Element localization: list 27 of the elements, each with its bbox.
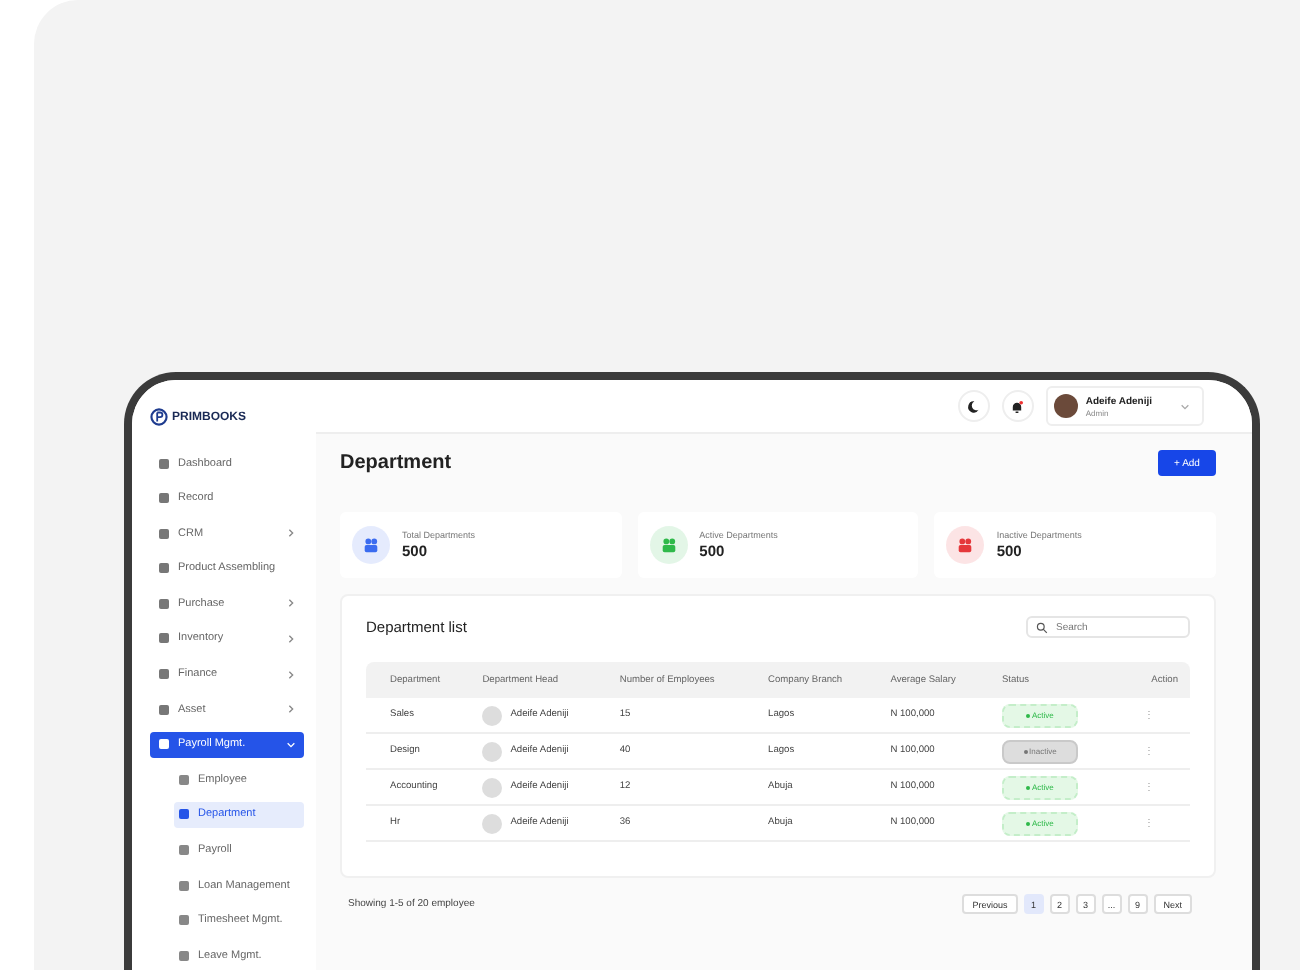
square-icon (178, 773, 190, 786)
page-title: Department (340, 452, 452, 474)
theme-toggle-button[interactable] (957, 390, 990, 422)
notification-button[interactable] (1001, 390, 1034, 422)
square-icon (178, 844, 190, 857)
avatar (482, 777, 503, 797)
square-icon (178, 949, 190, 962)
moon-icon (966, 399, 981, 413)
avatar (1053, 394, 1078, 418)
square-icon (158, 597, 170, 610)
square-icon (158, 668, 170, 681)
square-icon (158, 457, 170, 469)
square-icon (158, 703, 170, 716)
chevron-down-icon (1180, 401, 1190, 411)
bell-icon (1010, 399, 1025, 413)
square-icon (158, 527, 170, 540)
square-icon (178, 914, 190, 927)
square-icon (178, 808, 190, 821)
square-icon (158, 632, 170, 645)
square-icon (158, 492, 170, 505)
square-icon (158, 562, 170, 575)
avatar (482, 813, 503, 833)
logo-icon (150, 408, 168, 426)
square-icon (158, 738, 170, 751)
square-icon (178, 879, 190, 892)
avatar (482, 741, 503, 761)
avatar (482, 705, 503, 725)
